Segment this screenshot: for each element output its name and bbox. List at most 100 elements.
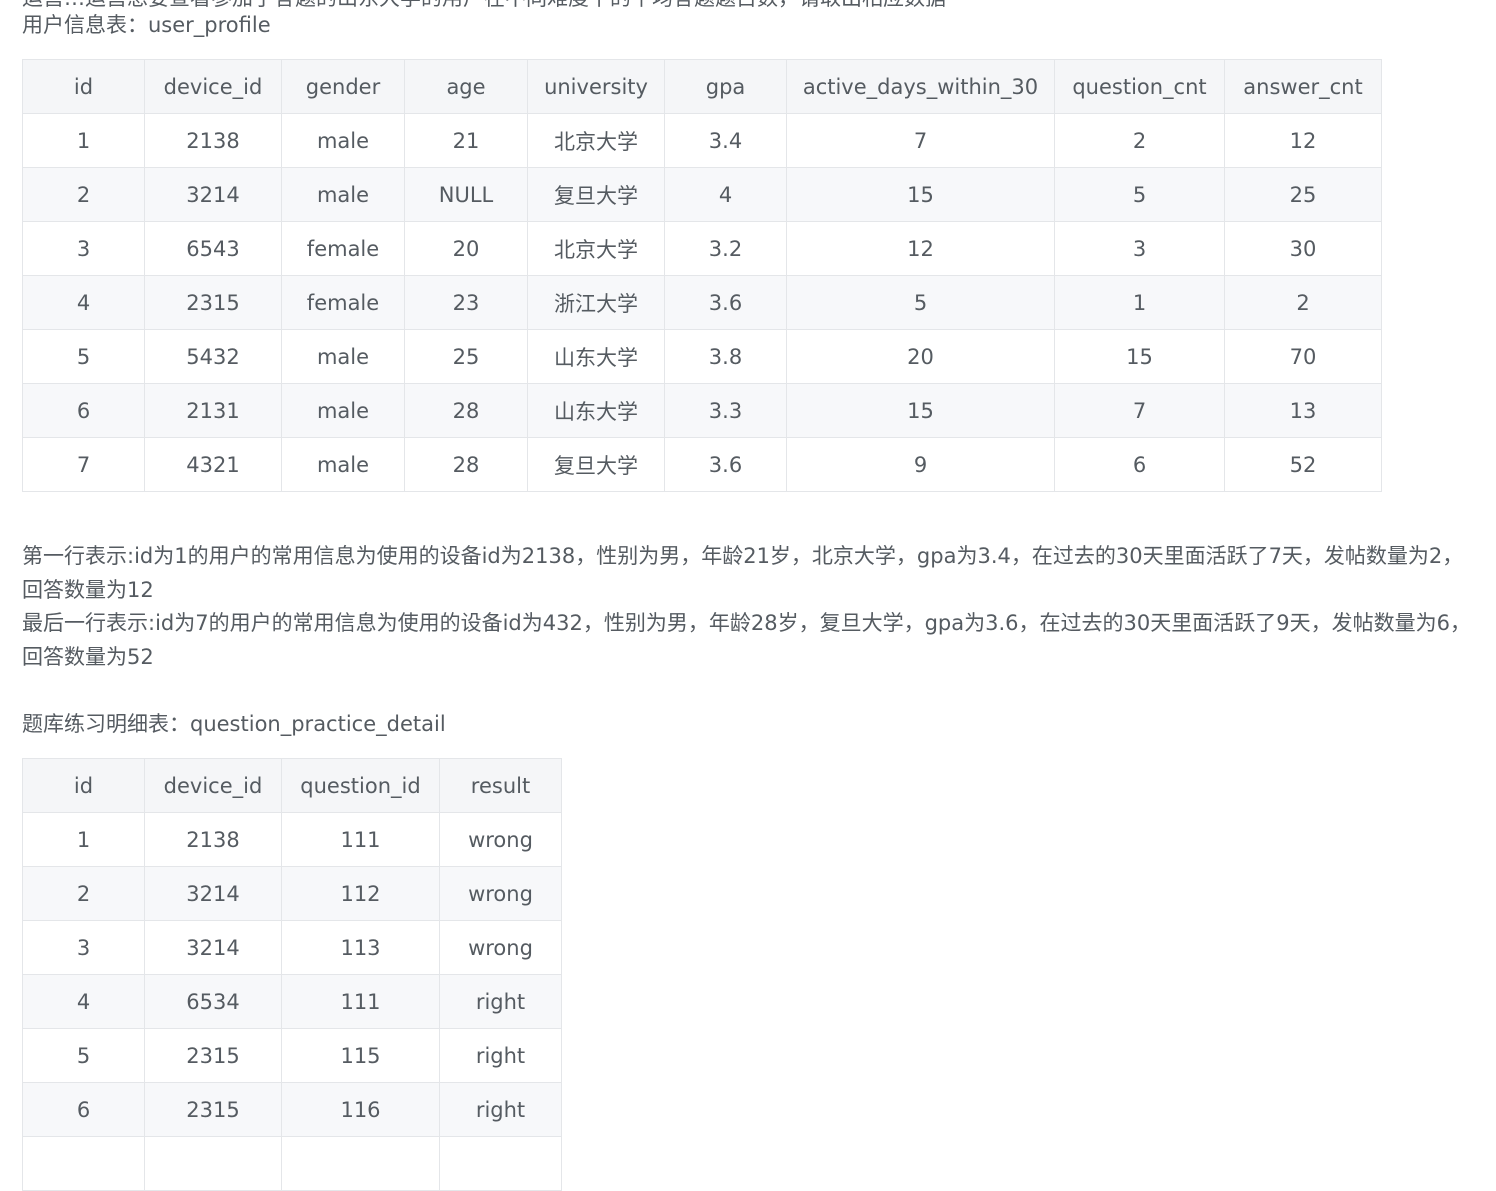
table-cell: 5 [786, 275, 1055, 330]
table-cell: 7 [786, 113, 1055, 168]
table-cell: 25 [404, 329, 528, 384]
table-cell: 2 [1054, 113, 1225, 168]
table-cell: 2 [22, 866, 145, 921]
table-cell: 2138 [144, 113, 282, 168]
table-cell: 6 [22, 1082, 145, 1137]
table-cell: 2 [22, 167, 145, 222]
table-cell: 52 [1224, 437, 1382, 492]
table-cell: 复旦大学 [527, 167, 665, 222]
table-row: 1 2138 male 21 北京大学 3.4 7 2 12 [22, 113, 1382, 168]
table-cell: 6 [22, 383, 145, 438]
table-cell: 北京大学 [527, 221, 665, 276]
table-cell: male [281, 437, 405, 492]
table-row: 6 2315 116 right [22, 1082, 562, 1137]
table-cell: 12 [1224, 113, 1382, 168]
table-row: 5 5432 male 25 山东大学 3.8 20 15 70 [22, 329, 1382, 384]
column-header: id [22, 758, 145, 813]
table1-caption: 用户信息表：user_profile [22, 13, 271, 37]
table-row: 3 3214 113 wrong [22, 920, 562, 975]
table-cell: 1 [22, 113, 145, 168]
table-cell: 13 [1224, 383, 1382, 438]
column-header: result [439, 758, 562, 813]
table-cell: 9 [786, 437, 1055, 492]
column-header: id [22, 59, 145, 114]
table-cell: wrong [439, 812, 562, 867]
table-header-row: id device_id gender age university gpa a… [22, 59, 1382, 114]
table-cell: 3 [22, 221, 145, 276]
table-cell: right [439, 974, 562, 1029]
table-cell: 15 [1054, 329, 1225, 384]
table-cell: 111 [281, 812, 440, 867]
column-header: device_id [144, 758, 282, 813]
table-cell: 4 [22, 974, 145, 1029]
table-cell: 山东大学 [527, 383, 665, 438]
table-cell: 2315 [144, 275, 282, 330]
table-cell: 3214 [144, 866, 282, 921]
table-cell: 3 [22, 920, 145, 975]
table-cell: 28 [404, 437, 528, 492]
table-cell: 3.8 [664, 329, 787, 384]
table-cell: 6534 [144, 974, 282, 1029]
table-cell [22, 1136, 145, 1191]
table-cell: 5 [1054, 167, 1225, 222]
table-cell: 23 [404, 275, 528, 330]
table-cell: 3 [1054, 221, 1225, 276]
table-cell: 3.2 [664, 221, 787, 276]
table-cell: 4 [22, 275, 145, 330]
table-row: 6 2131 male 28 山东大学 3.3 15 7 13 [22, 383, 1382, 438]
table-cell: male [281, 329, 405, 384]
user-profile-table: id device_id gender age university gpa a… [22, 59, 1382, 492]
column-header: age [404, 59, 528, 114]
table-cell: right [439, 1028, 562, 1083]
table-cell: 111 [281, 974, 440, 1029]
table-row: 7 4321 male 28 复旦大学 3.6 9 6 52 [22, 437, 1382, 492]
table-cell: 2131 [144, 383, 282, 438]
table-cell: 15 [786, 167, 1055, 222]
table-cell: 浙江大学 [527, 275, 665, 330]
column-header: device_id [144, 59, 282, 114]
table-cell: 113 [281, 920, 440, 975]
table-cell: 6543 [144, 221, 282, 276]
table-cell: 4 [664, 167, 787, 222]
column-header: gpa [664, 59, 787, 114]
column-header: university [527, 59, 665, 114]
table-cell: female [281, 275, 405, 330]
table-cell: 1 [22, 812, 145, 867]
column-header: gender [281, 59, 405, 114]
table-row: 4 6534 111 right [22, 974, 562, 1029]
table-cell: male [281, 167, 405, 222]
column-header: question_cnt [1054, 59, 1225, 114]
table-cell: 3214 [144, 167, 282, 222]
table-cell: 7 [1054, 383, 1225, 438]
table-cell: 28 [404, 383, 528, 438]
table-cell: 30 [1224, 221, 1382, 276]
column-header: active_days_within_30 [786, 59, 1055, 114]
description-block: 第一行表示:id为1的用户的常用信息为使用的设备id为2138，性别为男，年龄2… [22, 540, 1484, 674]
table-cell: NULL [404, 167, 528, 222]
table-cell: 25 [1224, 167, 1382, 222]
table-cell: 20 [786, 329, 1055, 384]
last-row-description: 最后一行表示:id为7的用户的常用信息为使用的设备id为432，性别为男，年龄2… [22, 611, 1471, 669]
table-cell: 7 [22, 437, 145, 492]
table-row: 2 3214 112 wrong [22, 866, 562, 921]
table-cell: 6 [1054, 437, 1225, 492]
table-cell: 3.3 [664, 383, 787, 438]
table-cell: 20 [404, 221, 528, 276]
table-cell: 112 [281, 866, 440, 921]
table-cell: 3.6 [664, 275, 787, 330]
table-cell: 1 [1054, 275, 1225, 330]
table-row: 3 6543 female 20 北京大学 3.2 12 3 30 [22, 221, 1382, 276]
table-cell [144, 1136, 282, 1191]
table-cell: 2 [1224, 275, 1382, 330]
table-row [22, 1136, 562, 1191]
table-row: 1 2138 111 wrong [22, 812, 562, 867]
table-cell: 12 [786, 221, 1055, 276]
table-cell: 5 [22, 329, 145, 384]
table-cell: male [281, 113, 405, 168]
table-header-row: id device_id question_id result [22, 758, 562, 813]
table-row: 4 2315 female 23 浙江大学 3.6 5 1 2 [22, 275, 1382, 330]
table-row: 2 3214 male NULL 复旦大学 4 15 5 25 [22, 167, 1382, 222]
table-cell: 70 [1224, 329, 1382, 384]
table-cell: 21 [404, 113, 528, 168]
first-row-description: 第一行表示:id为1的用户的常用信息为使用的设备id为2138，性别为男，年龄2… [22, 544, 1464, 602]
